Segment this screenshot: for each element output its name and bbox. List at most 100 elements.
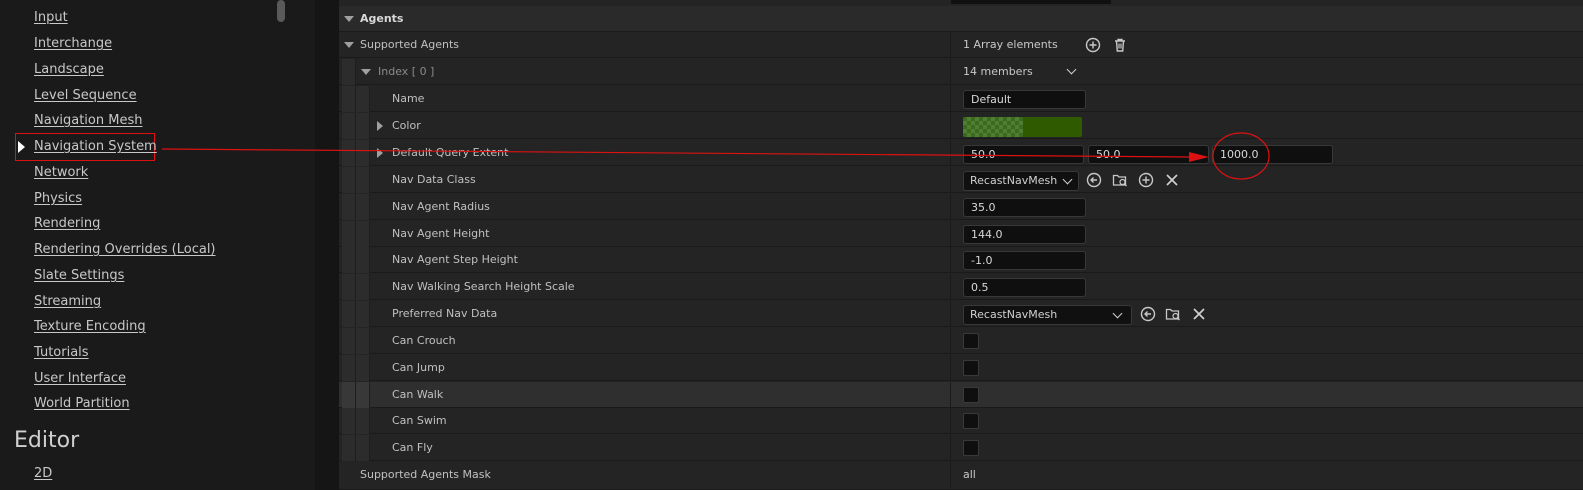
clear-icon[interactable] (1191, 306, 1207, 322)
color-row: Color (339, 113, 1583, 139)
sidebar-scrollbar[interactable] (277, 0, 285, 22)
sidebar-item-interchange[interactable]: Interchange (34, 34, 112, 54)
collapse-arrow-icon[interactable] (344, 42, 354, 48)
indent-guide (342, 221, 356, 247)
nav-data-class-row: Nav Data Class RecastNavMesh (339, 167, 1583, 193)
height-field[interactable]: 144.0 (963, 225, 1086, 244)
property-label: Default Query Extent (392, 146, 509, 159)
extent-y-field[interactable]: 50.0 (1088, 145, 1209, 164)
property-label: Can Crouch (392, 334, 456, 347)
swatch-alpha-preview (963, 117, 1023, 137)
can-swim-row: Can Swim (339, 408, 1583, 434)
query-extent-row: Default Query Extent 50.0 50.0 1000.0 (339, 140, 1583, 166)
indent-guide (342, 113, 356, 139)
property-label: Can Jump (392, 361, 445, 374)
radius-field[interactable]: 35.0 (963, 198, 1086, 217)
expand-arrow-icon[interactable] (377, 121, 383, 131)
column-separator (950, 86, 951, 112)
color-swatch[interactable] (963, 117, 1082, 137)
indent-guide (356, 301, 370, 327)
column-separator (950, 32, 951, 58)
indent-guide (356, 382, 370, 408)
sidebar-item-rendering-overrides[interactable]: Rendering Overrides (Local) (34, 240, 216, 260)
nav-agent-step-height-row: Nav Agent Step Height -1.0 (339, 247, 1583, 273)
chevron-down-icon[interactable] (1066, 64, 1077, 75)
indent-guide (342, 408, 356, 434)
can-fly-checkbox[interactable] (963, 440, 979, 456)
category-title: Agents (360, 12, 404, 25)
trash-icon[interactable] (1112, 37, 1128, 53)
supported-agents-mask-row: Supported Agents Mask all (339, 462, 1583, 490)
property-label: Nav Data Class (392, 173, 476, 186)
column-separator (950, 247, 951, 273)
can-swim-checkbox[interactable] (963, 413, 979, 429)
nav-agent-radius-row: Nav Agent Radius 35.0 (339, 194, 1583, 220)
preferred-nav-data-combo[interactable]: RecastNavMesh (963, 305, 1132, 325)
indent-guide (342, 382, 356, 408)
can-fly-row: Can Fly (339, 435, 1583, 461)
clear-icon[interactable] (1164, 172, 1180, 188)
collapse-arrow-icon[interactable] (361, 69, 371, 75)
extent-z-field[interactable]: 1000.0 (1212, 145, 1333, 164)
collapse-arrow-icon[interactable] (344, 16, 354, 22)
name-field[interactable]: Default (963, 90, 1086, 109)
sidebar-item-physics[interactable]: Physics (34, 189, 82, 209)
sidebar-item-navigation-mesh[interactable]: Navigation Mesh (34, 111, 142, 131)
property-label: Name (392, 92, 425, 105)
swatch-solid-preview (1023, 117, 1082, 137)
column-separator (950, 355, 951, 381)
sidebar-item-user-interface[interactable]: User Interface (34, 369, 126, 389)
indent-guide (342, 355, 356, 381)
sidebar-item-level-sequence[interactable]: Level Sequence (34, 86, 137, 106)
indent-guide (356, 221, 370, 247)
sidebar-item-landscape[interactable]: Landscape (34, 60, 104, 80)
indent-guide (356, 140, 370, 166)
sidebar-item-slate-settings[interactable]: Slate Settings (34, 266, 124, 286)
indent-guide (342, 194, 356, 220)
details-panel: Agents Supported Agents 1 Array elements… (339, 0, 1583, 490)
nav-data-class-combo[interactable]: RecastNavMesh (963, 171, 1079, 191)
walk-scale-field[interactable]: 0.5 (963, 278, 1086, 297)
use-selected-icon[interactable] (1140, 306, 1156, 322)
sidebar-item-rendering[interactable]: Rendering (34, 214, 100, 234)
add-new-icon[interactable] (1138, 172, 1154, 188)
indent-guide (342, 301, 356, 327)
extent-x-field[interactable]: 50.0 (963, 145, 1084, 164)
sidebar-item-tutorials[interactable]: Tutorials (34, 343, 89, 363)
can-walk-row: Can Walk (339, 382, 1583, 408)
step-height-field[interactable]: -1.0 (963, 251, 1086, 270)
indent-guide (342, 167, 356, 193)
column-separator (950, 221, 951, 247)
browse-folder-icon[interactable] (1165, 306, 1181, 322)
can-jump-checkbox[interactable] (963, 360, 979, 376)
use-selected-icon[interactable] (1086, 172, 1102, 188)
expand-arrow-icon[interactable] (377, 148, 383, 158)
sidebar-item-streaming[interactable]: Streaming (34, 292, 101, 312)
property-label: Can Walk (392, 388, 444, 401)
can-crouch-checkbox[interactable] (963, 333, 979, 349)
selected-arrow-icon (18, 141, 25, 153)
sidebar-item-texture-encoding[interactable]: Texture Encoding (34, 317, 146, 337)
indent-guide (356, 113, 370, 139)
indent-guide (356, 247, 370, 273)
sidebar-item-network[interactable]: Network (34, 163, 88, 183)
can-walk-checkbox[interactable] (963, 387, 979, 403)
property-label: Preferred Nav Data (392, 307, 498, 320)
panel-splitter[interactable] (315, 0, 339, 490)
sidebar-item-navigation-system[interactable]: Navigation System (34, 137, 157, 157)
property-label: Supported Agents Mask (360, 468, 491, 481)
browse-folder-icon[interactable] (1112, 172, 1128, 188)
indent-guide (342, 59, 356, 85)
prev-field-edge (951, 0, 1111, 4)
sidebar-item-input[interactable]: Input (34, 8, 68, 28)
column-separator (950, 408, 951, 434)
sidebar-item-2d[interactable]: 2D (34, 464, 52, 484)
category-agents-header[interactable]: Agents (339, 6, 1583, 32)
sidebar-item-world-partition[interactable]: World Partition (34, 394, 130, 414)
property-label: Color (392, 119, 421, 132)
column-separator (950, 382, 951, 408)
column-separator (950, 301, 951, 327)
add-element-icon[interactable] (1085, 37, 1101, 53)
indent-guide (356, 355, 370, 381)
settings-sidebar: Input Interchange Landscape Level Sequen… (0, 0, 315, 490)
